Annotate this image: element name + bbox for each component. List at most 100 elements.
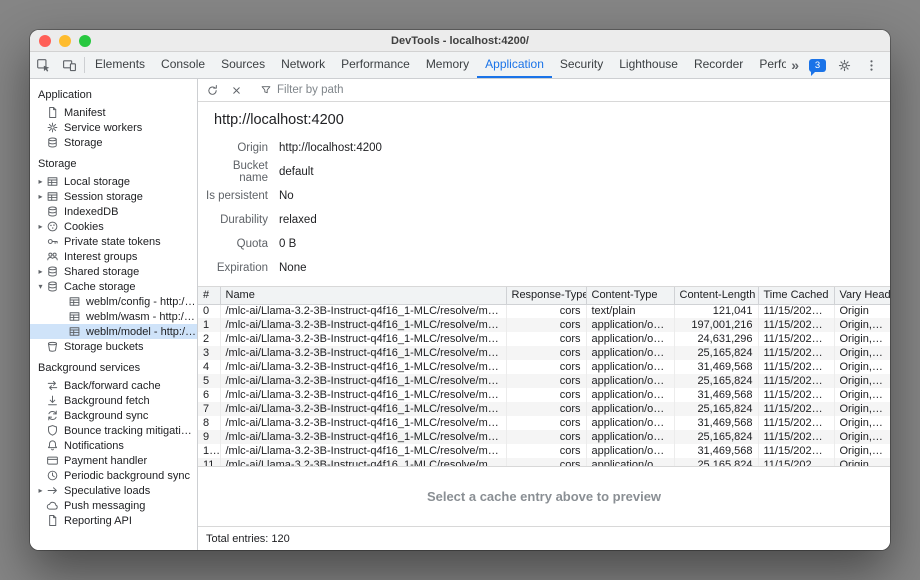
tab-recorder[interactable]: Recorder [686,52,751,78]
sidebar-item-cache-storage[interactable]: ▾Cache storage [30,279,197,294]
minimize-window-button[interactable] [59,35,71,47]
column-header-time-cached[interactable]: Time Cached [758,287,834,304]
cell-vary_header: Origin,Access… [834,458,890,467]
column-header-index[interactable]: # [198,287,220,304]
more-tabs-chevron-icon[interactable]: » [786,57,804,73]
sidebar-item-label: Manifest [64,107,106,119]
cache-entry-row-8[interactable]: 8/mlc-ai/Llama-3.2-3B-Instruct-q4f16_1-M… [198,416,890,430]
tabbar-divider [84,57,85,73]
zoom-window-button[interactable] [79,35,91,47]
tree-expand-arrow-icon[interactable]: ▸ [35,222,46,231]
column-header-content-type[interactable]: Content-Type [586,287,674,304]
cache-meta-value: relaxed [279,214,317,226]
settings-gear-icon[interactable] [831,58,857,73]
sidebar-item-background-fetch[interactable]: Background fetch [30,393,197,408]
tab-application[interactable]: Application [477,52,552,78]
close-window-button[interactable] [39,35,51,47]
column-header-name[interactable]: Name [220,287,506,304]
tree-collapse-arrow-icon[interactable]: ▾ [35,282,46,291]
window-titlebar[interactable]: DevTools - localhost:4200/ [30,30,890,52]
filter-by-path-input[interactable] [277,84,497,96]
sidebar-item-weblm-config-http-loc[interactable]: weblm/config - http://loc… [30,294,197,309]
refresh-icon[interactable] [201,79,224,101]
cache-entry-row-2[interactable]: 2/mlc-ai/Llama-3.2-3B-Instruct-q4f16_1-M… [198,332,890,346]
cell-time_cached: 11/15/2024, 10… [758,332,834,346]
cache-entry-row-6[interactable]: 6/mlc-ai/Llama-3.2-3B-Instruct-q4f16_1-M… [198,388,890,402]
sidebar-item-storage[interactable]: Storage [30,135,197,150]
tab-lighthouse[interactable]: Lighthouse [611,52,686,78]
cache-entry-row-3[interactable]: 3/mlc-ai/Llama-3.2-3B-Instruct-q4f16_1-M… [198,346,890,360]
bell-icon [46,439,59,452]
delete-selected-icon[interactable] [225,79,248,101]
sidebar-item-private-state-tokens[interactable]: Private state tokens [30,234,197,249]
table-icon [68,295,81,308]
cell-content_length: 197,001,216 [674,318,758,332]
cache-entry-row-7[interactable]: 7/mlc-ai/Llama-3.2-3B-Instruct-q4f16_1-M… [198,402,890,416]
cache-meta-value: http://localhost:4200 [279,142,382,154]
sidebar-section-title[interactable]: Storage [30,150,197,174]
sidebar-item-background-sync[interactable]: Background sync [30,408,197,423]
sidebar-item-reporting-api[interactable]: Reporting API [30,513,197,528]
sidebar-item-notifications[interactable]: Notifications [30,438,197,453]
sidebar-item-interest-groups[interactable]: Interest groups [30,249,197,264]
column-header-vary-header[interactable]: Vary Header [834,287,890,304]
manifest-document-icon [46,106,59,119]
cell-content_type: application/oc… [586,416,674,430]
sidebar-item-back-forward-cache[interactable]: Back/forward cache [30,378,197,393]
sidebar-item-payment-handler[interactable]: Payment handler [30,453,197,468]
tab-elements[interactable]: Elements [87,52,153,78]
tree-expand-arrow-icon[interactable]: ▸ [35,177,46,186]
cache-entry-row-1[interactable]: 1/mlc-ai/Llama-3.2-3B-Instruct-q4f16_1-M… [198,318,890,332]
sidebar-section-title[interactable]: Background services [30,354,197,378]
sidebar-item-local-storage[interactable]: ▸Local storage [30,174,197,189]
sidebar-item-label: Interest groups [64,251,137,263]
tab-network[interactable]: Network [273,52,333,78]
column-header-content-length[interactable]: Content-Length [674,287,758,304]
cell-response_type: cors [506,402,586,416]
cell-index: 2 [198,332,220,346]
sidebar-item-indexeddb[interactable]: IndexedDB [30,204,197,219]
sidebar-item-session-storage[interactable]: ▸ Session storage [30,189,197,204]
cache-entries-table-container[interactable]: #NameResponse-TypeContent-TypeContent-Le… [198,286,890,467]
tab-sources[interactable]: Sources [213,52,273,78]
sidebar-item-weblm-wasm-http-loca[interactable]: weblm/wasm - http://loca… [30,309,197,324]
cache-entry-row-10[interactable]: 10/mlc-ai/Llama-3.2-3B-Instruct-q4f16_1-… [198,444,890,458]
sidebar-item-label: Session storage [64,191,143,203]
tree-expand-arrow-icon[interactable]: ▸ [35,486,46,495]
column-header-response-type[interactable]: Response-Type [506,287,586,304]
cache-entry-row-0[interactable]: 0/mlc-ai/Llama-3.2-3B-Instruct-q4f16_1-M… [198,304,890,318]
sidebar-item-shared-storage[interactable]: ▸Shared storage [30,264,197,279]
cell-content_length: 25,165,824 [674,374,758,388]
sidebar-item-weblm-model-http-loc[interactable]: weblm/model - http://loc… [30,324,197,339]
cache-toolbar [198,79,890,102]
cell-name: /mlc-ai/Llama-3.2-3B-Instruct-q4f16_1-ML… [220,346,506,360]
inspect-element-icon[interactable] [30,52,56,78]
sidebar-section-title[interactable]: Application [30,81,197,105]
cache-entry-row-5[interactable]: 5/mlc-ai/Llama-3.2-3B-Instruct-q4f16_1-M… [198,374,890,388]
tab-memory[interactable]: Memory [418,52,477,78]
sidebar-item-speculative-loads[interactable]: ▸Speculative loads [30,483,197,498]
cache-meta-row-origin: Origin http://localhost:4200 [198,136,890,160]
devtools-window: DevTools - localhost:4200/ ElementsConso… [30,30,890,550]
cache-entry-row-4[interactable]: 4/mlc-ai/Llama-3.2-3B-Instruct-q4f16_1-M… [198,360,890,374]
tab-performance[interactable]: Performance [333,52,418,78]
device-toolbar-icon[interactable] [56,52,82,78]
tab-security[interactable]: Security [552,52,611,78]
sidebar-item-service-workers[interactable]: Service workers [30,120,197,135]
sidebar-item-manifest[interactable]: Manifest [30,105,197,120]
tree-expand-arrow-icon[interactable]: ▸ [35,192,46,201]
sidebar-item-label: weblm/model - http://loc… [86,326,197,338]
kebab-menu-icon[interactable] [858,58,884,73]
console-messages-badge[interactable]: 3 [809,59,826,72]
cache-entry-row-11[interactable]: 11/mlc-ai/Llama-3.2-3B-Instruct-q4f16_1-… [198,458,890,467]
sidebar-item-bounce-tracking-mitigations[interactable]: Bounce tracking mitigations [30,423,197,438]
sidebar-item-cookies[interactable]: ▸Cookies [30,219,197,234]
tab-console[interactable]: Console [153,52,213,78]
tree-expand-arrow-icon[interactable]: ▸ [35,267,46,276]
sidebar-item-periodic-background-sync[interactable]: Periodic background sync [30,468,197,483]
sidebar-item-storage-buckets[interactable]: Storage buckets [30,339,197,354]
tab-performance-insights[interactable]: Performance insights [751,52,786,78]
cell-content_type: application/oc… [586,346,674,360]
cache-entry-row-9[interactable]: 9/mlc-ai/Llama-3.2-3B-Instruct-q4f16_1-M… [198,430,890,444]
sidebar-item-push-messaging[interactable]: Push messaging [30,498,197,513]
